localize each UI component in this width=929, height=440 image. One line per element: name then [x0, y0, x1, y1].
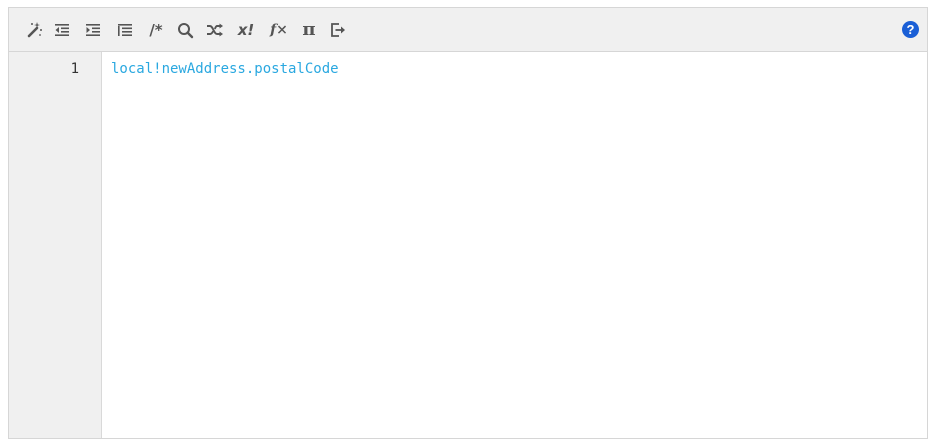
exit-icon[interactable] [327, 19, 349, 41]
align-icon[interactable] [114, 19, 136, 41]
evaluate-button[interactable]: x! [233, 19, 259, 41]
help-icon[interactable]: ? [902, 21, 919, 38]
evaluate-button-label: x! [237, 20, 255, 39]
shuffle-icon[interactable] [204, 19, 226, 41]
search-icon[interactable] [174, 19, 196, 41]
indent-icon[interactable] [82, 19, 104, 41]
function-button[interactable]: f× [266, 19, 292, 41]
outdent-icon[interactable] [51, 19, 73, 41]
editor-toolbar: /* x! f× π ? [9, 8, 927, 52]
function-button-label: f× [270, 22, 288, 38]
expression-editor: /* x! f× π ? 1 local!newAddress.postalCo… [8, 7, 928, 439]
constant-button[interactable]: π [297, 19, 321, 41]
code-input-area[interactable]: local!newAddress.postalCode [102, 52, 927, 438]
line-number-gutter: 1 [9, 52, 102, 438]
format-wand-icon[interactable] [23, 19, 45, 41]
comment-toggle[interactable]: /* [143, 19, 169, 41]
comment-toggle-label: /* [149, 20, 163, 39]
constant-button-label: π [302, 19, 316, 40]
code-line: local!newAddress.postalCode [111, 61, 339, 77]
line-number: 1 [70, 61, 79, 77]
